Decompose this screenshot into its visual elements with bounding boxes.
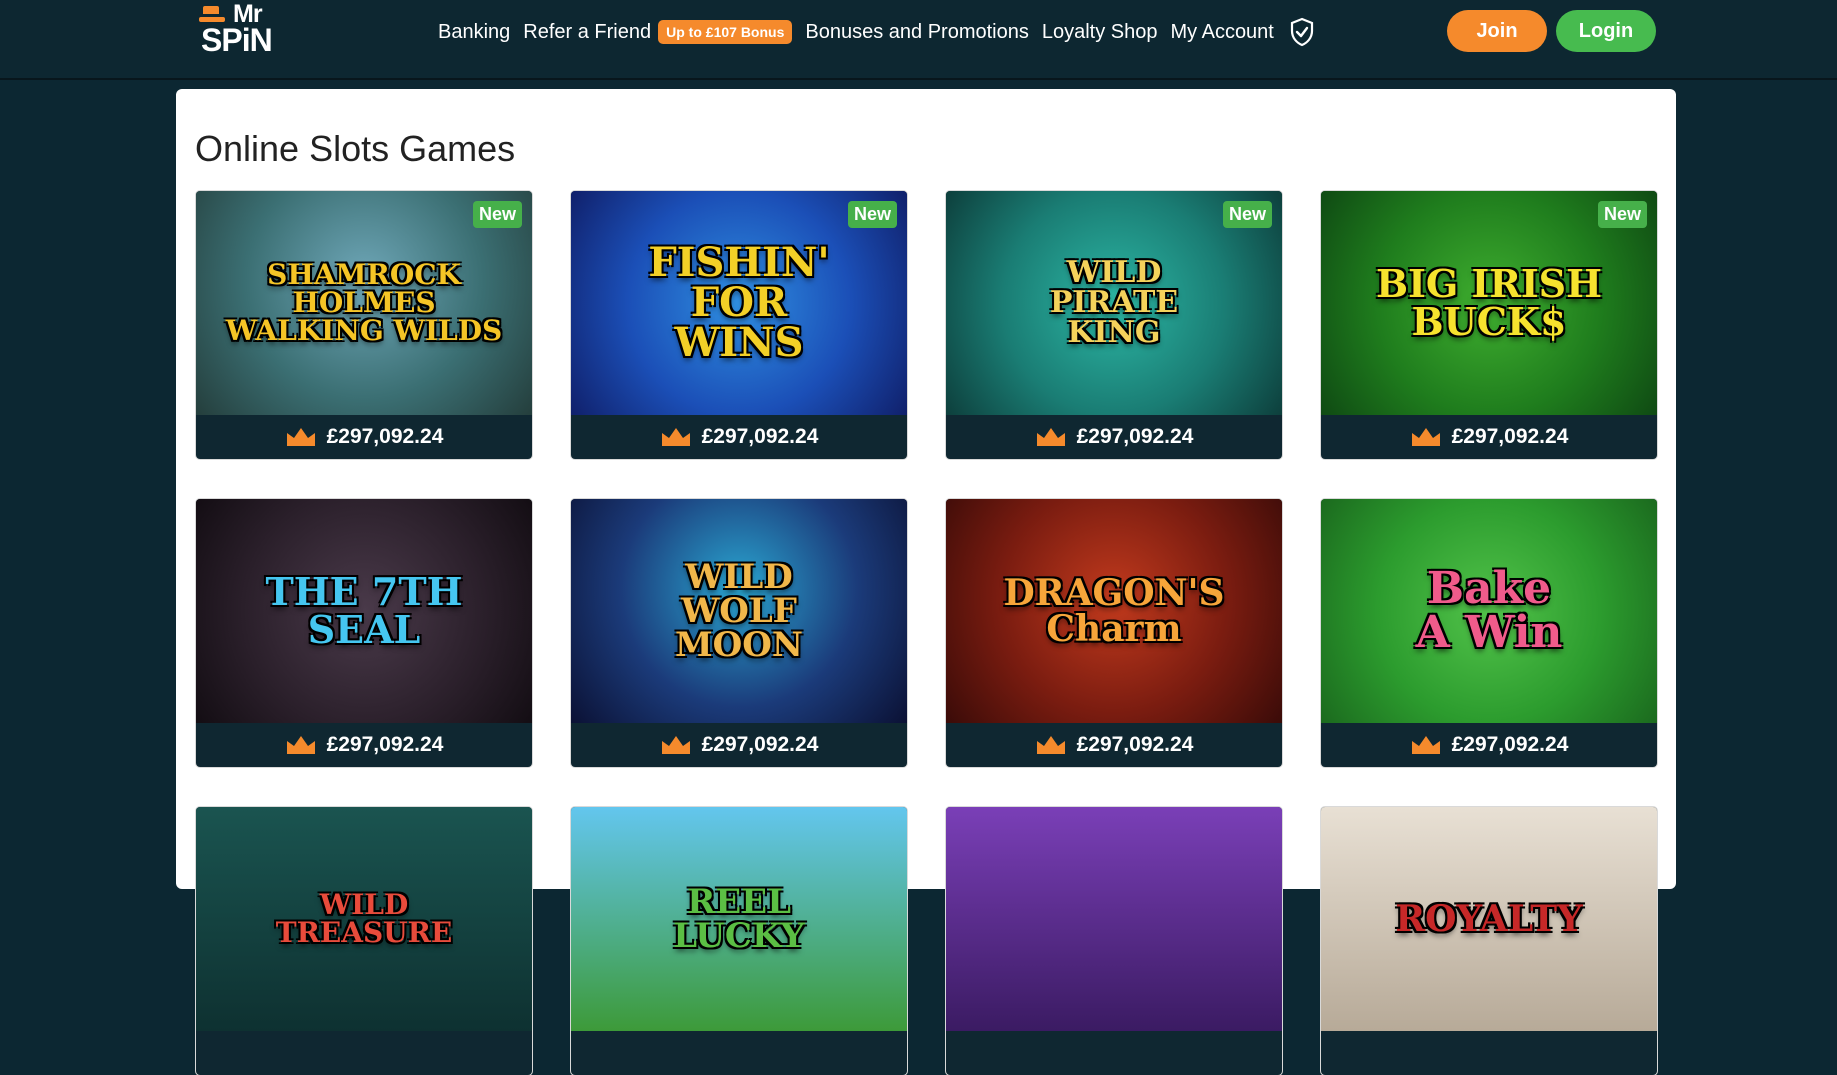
new-badge: New — [472, 201, 522, 228]
jackpot-bar: £297,092.24 — [1321, 723, 1657, 767]
nav-loyalty-shop[interactable]: Loyalty Shop — [1042, 21, 1158, 44]
jackpot-amount: £297,092.24 — [701, 425, 819, 448]
game-thumbnail[interactable]: THE 7TH SEAL — [196, 499, 532, 723]
new-badge: New — [1597, 201, 1647, 228]
crown-icon — [286, 428, 315, 446]
crown-icon — [1036, 428, 1065, 446]
new-badge: New — [847, 201, 897, 228]
jackpot-bar: £297,092.24 — [196, 415, 532, 459]
game-card[interactable]: BIG IRISH BUCK$ New £297,092.24 — [1321, 191, 1657, 459]
new-badge: New — [1222, 201, 1272, 228]
game-title: Bake A Win — [1415, 563, 1563, 658]
shield-check-icon[interactable] — [1289, 17, 1315, 47]
game-card[interactable]: ROYALTY — [1321, 807, 1657, 1075]
nav-refer-a-friend[interactable]: Refer a Friend — [523, 21, 651, 44]
game-thumbnail[interactable]: Bake A Win — [1321, 499, 1657, 723]
game-title: REEL LUCKY — [673, 882, 805, 956]
jackpot-amount: £297,092.24 — [1451, 733, 1569, 756]
jackpot-amount: £297,092.24 — [326, 733, 444, 756]
logo-text-bottom: SPiN — [201, 22, 273, 58]
game-card[interactable]: WILD WOLF MOON £297,092.24 — [571, 499, 907, 767]
nav-bonuses-and-promotions[interactable]: Bonuses and Promotions — [805, 21, 1028, 44]
game-card[interactable]: WILD PIRATE KING New £297,092.24 — [946, 191, 1282, 459]
jackpot-bar: £297,092.24 — [571, 415, 907, 459]
game-title: WILD WOLF MOON — [675, 557, 803, 665]
crown-icon — [286, 736, 315, 754]
crown-icon — [1036, 736, 1065, 754]
jackpot-amount: £297,092.24 — [326, 425, 444, 448]
game-title: SHAMROCK HOLMES WALKING WILDS — [225, 258, 503, 347]
game-card[interactable] — [946, 807, 1282, 1075]
crown-icon — [1411, 428, 1440, 446]
jackpot-bar: £297,092.24 — [946, 723, 1282, 767]
jackpot-amount: £297,092.24 — [1076, 425, 1194, 448]
game-title: FISHIN' FOR WINS — [648, 239, 830, 366]
game-title: BIG IRISH BUCK$ — [1375, 261, 1603, 344]
crown-icon — [661, 736, 690, 754]
game-title: THE 7TH SEAL — [265, 569, 463, 652]
jackpot-bar: £297,092.24 — [946, 415, 1282, 459]
game-title: DRAGON'S Charm — [1003, 572, 1225, 650]
nav-banking[interactable]: Banking — [438, 21, 510, 44]
game-card[interactable]: REEL LUCKY — [571, 807, 907, 1075]
game-title: WILD TREASURE — [275, 888, 453, 949]
mr-spin-logo[interactable]: Mr SPiN — [195, 0, 281, 62]
game-card[interactable]: Bake A Win £297,092.24 — [1321, 499, 1657, 767]
game-card[interactable]: DRAGON'S Charm £297,092.24 — [946, 499, 1282, 767]
game-title: ROYALTY — [1395, 898, 1583, 940]
game-thumbnail[interactable]: REEL LUCKY — [571, 807, 907, 1031]
page-title: Online Slots Games — [195, 128, 516, 169]
jackpot-amount: £297,092.24 — [701, 733, 819, 756]
game-card[interactable]: WILD TREASURE — [196, 807, 532, 1075]
game-card[interactable]: THE 7TH SEAL £297,092.24 — [196, 499, 532, 767]
crown-icon — [1411, 736, 1440, 754]
jackpot-amount: £297,092.24 — [1076, 733, 1194, 756]
jackpot-bar: £297,092.24 — [196, 723, 532, 767]
game-card[interactable]: FISHIN' FOR WINS New £297,092.24 — [571, 191, 907, 459]
jackpot-bar: £297,092.24 — [1321, 415, 1657, 459]
game-thumbnail[interactable]: ROYALTY — [1321, 807, 1657, 1031]
crown-icon — [661, 428, 690, 446]
game-card[interactable]: SHAMROCK HOLMES WALKING WILDS New £297,0… — [196, 191, 532, 459]
jackpot-amount: £297,092.24 — [1451, 425, 1569, 448]
jackpot-bar: £297,092.24 — [571, 723, 907, 767]
games-grid: SHAMROCK HOLMES WALKING WILDS New £297,0… — [196, 191, 1657, 1075]
game-thumbnail[interactable] — [946, 807, 1282, 1031]
login-button[interactable]: Login — [1556, 10, 1656, 52]
refer-bonus-badge[interactable]: Up to £107 Bonus — [658, 20, 793, 44]
main-nav: Banking Refer a Friend Up to £107 Bonus … — [438, 17, 1315, 47]
game-thumbnail[interactable]: WILD WOLF MOON — [571, 499, 907, 723]
game-thumbnail[interactable]: DRAGON'S Charm — [946, 499, 1282, 723]
join-button[interactable]: Join — [1447, 10, 1547, 52]
nav-my-account[interactable]: My Account — [1170, 21, 1273, 44]
game-title: WILD PIRATE KING — [1049, 255, 1179, 350]
game-thumbnail[interactable]: WILD TREASURE — [196, 807, 532, 1031]
site-header: Mr SPiN Banking Refer a Friend Up to £10… — [0, 0, 1837, 80]
